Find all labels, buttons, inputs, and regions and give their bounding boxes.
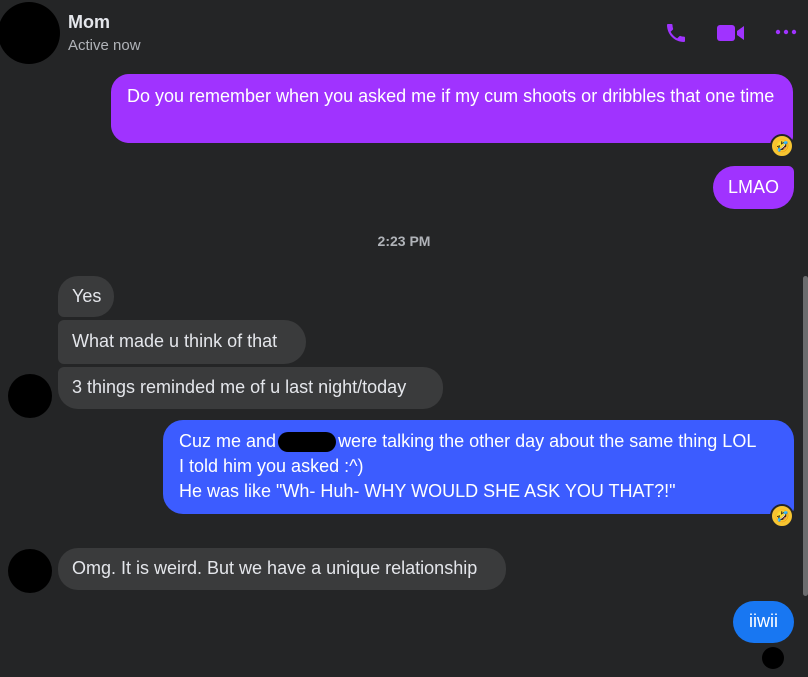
- scrollbar[interactable]: [803, 276, 808, 596]
- message-timestamp: 2:23 PM: [377, 233, 431, 249]
- message-text: 3 things reminded me of u last night/tod…: [72, 377, 407, 397]
- reaction-laugh-icon[interactable]: 🤣: [770, 134, 794, 158]
- message-text: Omg. It is weird. But we have a unique r…: [72, 558, 478, 578]
- message-text: What made u think of that: [72, 331, 278, 351]
- message-text: Cuz me and: [179, 431, 277, 451]
- redacted-name: [278, 432, 337, 453]
- message-bubble[interactable]: Omg. It is weird. But we have a unique r…: [58, 548, 506, 590]
- contact-avatar-small[interactable]: [8, 549, 52, 593]
- contact-name[interactable]: Mom: [68, 12, 110, 33]
- message-text: LMAO: [727, 177, 779, 197]
- message-text: Yes: [72, 286, 102, 306]
- active-status: Active now: [68, 37, 141, 54]
- message-text: Do you remember when you asked me if my …: [127, 86, 775, 106]
- message-line: I told him you asked :^): [179, 456, 364, 476]
- reaction-laugh-icon[interactable]: 🤣: [770, 504, 794, 528]
- reaction-emoji: 🤣: [774, 139, 790, 153]
- message-bubble[interactable]: LMAO: [713, 166, 794, 209]
- message-bubble[interactable]: What made u think of that: [58, 320, 306, 364]
- contact-avatar-small[interactable]: [8, 374, 52, 418]
- message-bubble[interactable]: 3 things reminded me of u last night/tod…: [58, 367, 443, 409]
- message-bubble[interactable]: iiwii: [733, 601, 794, 643]
- contact-avatar[interactable]: [0, 2, 60, 64]
- message-line: Cuz me and were talking the other day abo…: [179, 429, 778, 454]
- read-receipt-avatar: [762, 647, 784, 669]
- reaction-emoji: 🤣: [774, 509, 790, 523]
- message-bubble[interactable]: Cuz me and were talking the other day abo…: [163, 420, 794, 514]
- message-line: He was like "Wh- Huh- WHY WOULD SHE ASK …: [179, 481, 676, 501]
- phone-icon[interactable]: [662, 19, 690, 47]
- video-camera-icon[interactable]: [715, 21, 747, 45]
- message-text: were talking the other day about the sam…: [338, 431, 757, 451]
- message-bubble[interactable]: Do you remember when you asked me if my …: [111, 74, 793, 143]
- message-text: iiwii: [749, 611, 778, 631]
- message-bubble[interactable]: Yes: [58, 276, 114, 317]
- more-options-icon[interactable]: [772, 22, 800, 42]
